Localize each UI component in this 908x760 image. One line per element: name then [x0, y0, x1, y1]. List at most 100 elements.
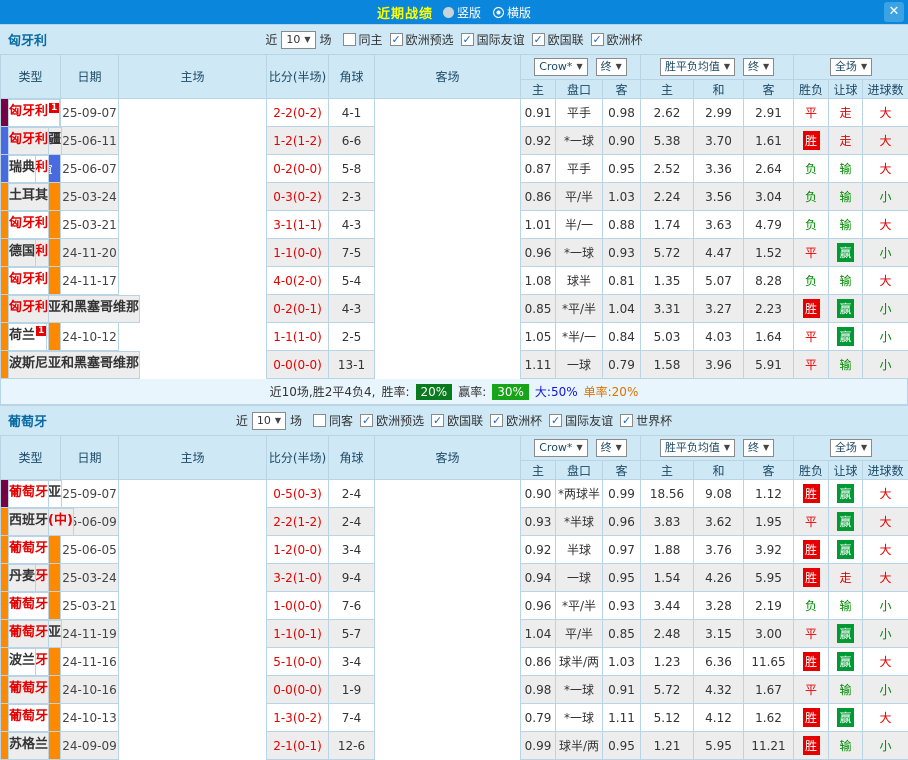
asian-odds-value: 0.79: [603, 351, 641, 379]
team-name[interactable]: 匈牙利: [9, 216, 48, 231]
col-home: 主场: [119, 436, 267, 480]
col-corner: 角球: [329, 55, 375, 99]
europe-time-value: 终: [748, 60, 759, 74]
radio-icon: [443, 7, 454, 18]
odds-time-select[interactable]: 终▼: [596, 58, 627, 76]
handicap-result-value: 赢: [837, 327, 854, 346]
asian-odds-header: Crow*▼ 终▼: [521, 436, 641, 461]
checkbox-label: 欧洲预选: [376, 412, 424, 429]
team-section-hungary: 匈牙利 近 10▼ 场 同主✓欧洲预选✓国际友谊✓欧国联✓欧洲杯 类型 日期 主…: [0, 24, 908, 405]
match-date: 25-03-21: [61, 592, 119, 620]
team-name[interactable]: 葡萄牙: [9, 597, 48, 612]
team-name[interactable]: 波斯尼亚和黑塞哥维那: [9, 356, 139, 371]
competition-filter-checkbox[interactable]: ✓世界杯: [620, 412, 672, 429]
handicap-result: 赢: [829, 536, 863, 564]
goals-result-value: 小: [877, 355, 894, 374]
asian-odds-value: 0.97: [603, 536, 641, 564]
competition-filter-checkbox[interactable]: 同主: [343, 31, 383, 48]
handicap-result: 赢: [829, 295, 863, 323]
chevron-down-icon: ▼: [275, 414, 281, 428]
col-eu-draw: 和: [694, 461, 744, 480]
scope-header: 全场▼: [794, 55, 908, 80]
team-name[interactable]: 葡萄牙: [9, 681, 48, 696]
team-name[interactable]: 葡萄牙: [9, 541, 48, 556]
competition-filter-checkbox[interactable]: ✓欧洲杯: [490, 412, 542, 429]
competition-filter-checkbox[interactable]: ✓欧洲杯: [591, 31, 643, 48]
team-name[interactable]: 德国: [9, 244, 35, 259]
asian-odds-value: 0.99: [603, 480, 641, 508]
odds-company-value: Crow*: [539, 60, 572, 74]
col-eu-win: 主: [641, 80, 694, 99]
competition-filter-checkbox[interactable]: ✓欧国联: [431, 412, 483, 429]
games-label: 场: [320, 31, 332, 48]
team-name[interactable]: 丹麦: [9, 569, 35, 584]
handicap-result: 输: [829, 267, 863, 295]
team-name[interactable]: 西班牙: [9, 513, 48, 528]
odds-company-select[interactable]: Crow*▼: [534, 58, 587, 76]
asian-odds-value: 1.11: [521, 351, 556, 379]
europe-avg-select[interactable]: 胜平负均值▼: [660, 58, 735, 76]
europe-avg-value: 3.31: [641, 295, 694, 323]
corner-score: 12-6: [329, 732, 375, 760]
team-name[interactable]: 匈牙利: [9, 300, 48, 315]
title-bar-center: 近期战绩 竖版横版: [0, 3, 908, 22]
competition-filter-checkbox[interactable]: ✓欧洲预选: [360, 412, 424, 429]
checkbox-label: 国际友谊: [565, 412, 613, 429]
europe-avg-value: 8.28: [744, 267, 794, 295]
corner-score: 13-1: [329, 351, 375, 379]
team-name[interactable]: 瑞典: [9, 160, 35, 175]
goals-result-value: 小: [877, 624, 894, 643]
asian-odds-value: 1.03: [603, 183, 641, 211]
competition-filter-checkbox[interactable]: ✓欧洲预选: [390, 31, 454, 48]
corner-score: 5-4: [329, 267, 375, 295]
result: 平: [794, 620, 829, 648]
team-name[interactable]: 匈牙利: [9, 132, 48, 147]
europe-time-select[interactable]: 终▼: [743, 58, 774, 76]
asian-odds-value: 球半: [556, 267, 603, 295]
competition-filter-checkbox[interactable]: ✓国际友谊: [461, 31, 525, 48]
asian-odds-value: 0.85: [603, 620, 641, 648]
odds-time-select[interactable]: 终▼: [596, 439, 627, 457]
scope-header: 全场▼: [794, 436, 908, 461]
close-icon[interactable]: ✕: [884, 2, 904, 22]
match-row: 国际友谊25-06-07匈牙利0-2(0-0)5-8瑞典0.87平手0.952.…: [1, 155, 908, 183]
team-name[interactable]: 土耳其: [9, 188, 48, 203]
match-date: 24-11-20: [61, 239, 119, 267]
scope-select[interactable]: 全场▼: [830, 58, 872, 76]
competition-filter-checkbox[interactable]: 同客: [313, 412, 353, 429]
team-name[interactable]: 匈牙利: [9, 104, 48, 119]
handicap-result: 走: [829, 99, 863, 127]
match-score: 1-2(0-0): [267, 536, 329, 564]
competition-filter-checkbox[interactable]: ✓国际友谊: [549, 412, 613, 429]
scope-value: 全场: [835, 441, 857, 455]
team-name[interactable]: 葡萄牙: [9, 709, 48, 724]
europe-avg-value: 胜平负均值: [665, 60, 720, 74]
handicap-result-value: 赢: [837, 512, 854, 531]
team-name[interactable]: 苏格兰: [9, 737, 48, 752]
team-name[interactable]: 荷兰: [9, 328, 35, 343]
goals-result: 小: [863, 676, 908, 704]
away-team-cell: 苏格兰: [8, 732, 49, 760]
goals-result: 大: [863, 480, 908, 508]
scope-select[interactable]: 全场▼: [830, 439, 872, 457]
match-count-select[interactable]: 10▼: [252, 412, 286, 430]
match-date: 25-06-11: [61, 127, 119, 155]
competition-filter-checkbox[interactable]: ✓欧国联: [532, 31, 584, 48]
match-count-select[interactable]: 10▼: [281, 31, 315, 49]
europe-avg-value: 3.15: [694, 620, 744, 648]
layout-radio[interactable]: 竖版: [443, 4, 481, 21]
goals-result-value: 大: [877, 215, 894, 234]
team-name[interactable]: 葡萄牙: [9, 485, 48, 500]
europe-avg-value: 1.88: [641, 536, 694, 564]
team-name[interactable]: 匈牙利: [9, 272, 48, 287]
corner-score: 1-9: [329, 676, 375, 704]
team-name[interactable]: 葡萄牙: [9, 625, 48, 640]
corner-score: 5-8: [329, 155, 375, 183]
odds-company-select[interactable]: Crow*▼: [534, 439, 587, 457]
europe-avg-select[interactable]: 胜平负均值▼: [660, 439, 735, 457]
layout-radio[interactable]: 横版: [493, 4, 531, 21]
europe-time-select[interactable]: 终▼: [743, 439, 774, 457]
team-name[interactable]: 波兰: [9, 653, 35, 668]
result-value: 负: [803, 187, 820, 206]
corner-score: 6-6: [329, 127, 375, 155]
